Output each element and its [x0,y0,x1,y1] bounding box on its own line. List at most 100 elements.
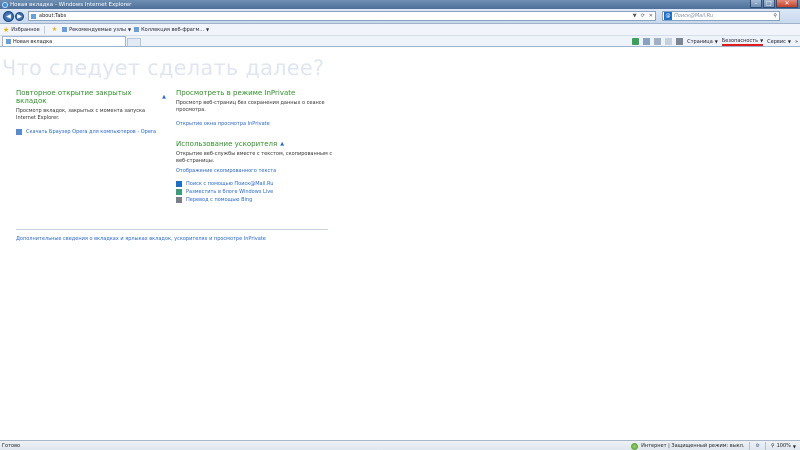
page-menu[interactable]: Страница ▼ [687,39,718,45]
tab-row: Новая вкладка Страница ▼ Безопасность ▼ … [0,36,800,47]
search-box[interactable]: @ Поиск@Mail.Ru ⚲ [662,11,780,21]
accelerator-blog-text[interactable]: Разместить в блоге Windows Live [186,188,273,196]
search-icon[interactable]: ⚲ [773,13,777,19]
zoom-icon: ⚲ [770,443,775,449]
add-favorite-icon: ★ [51,26,58,33]
accelerators-title: Использование ускорителя ▲ [176,140,341,148]
tab-page-icon [6,39,11,44]
inprivate-link-text[interactable]: Открытие окна просмотра InPrivate [176,120,270,128]
favorites-bar: ★ Избранное ★ Рекомендуемые узлы ▼ Колле… [0,24,800,36]
tab-label: Новая вкладка [13,38,53,45]
show-copied-link[interactable]: Отображение скопированного текста [176,167,341,175]
tab-new-tab[interactable]: Новая вкладка [2,36,126,46]
address-bar[interactable]: about:Tabs ▼ ⟳ ✕ [28,11,656,21]
reopen-section: Повторное открытие закрытых вкладок ▲ Пр… [16,89,166,136]
safety-menu-label: Безопасность [721,37,759,44]
search-placeholder[interactable]: Поиск@Mail.Ru [674,13,713,19]
feeds-icon[interactable] [654,38,662,45]
refresh-icon[interactable]: ⟳ [641,13,645,19]
home-icon[interactable] [643,38,651,45]
web-slices-label: Коллекция веб-фрагм... [141,26,205,33]
suggested-sites-button[interactable]: Рекомендуемые узлы ▼ [62,27,131,33]
reopen-title: Повторное открытие закрытых вкладок ▲ [16,89,166,105]
collapse-icon[interactable]: ▲ [162,94,166,100]
page-content: Что следует сделать далее? Повторное отк… [0,48,800,440]
separator [764,442,766,450]
tools-menu[interactable]: Сервис ▼ [767,39,791,45]
accelerators-desc: Открытие веб-службы вместе с текстом, ск… [176,151,333,164]
ie-logo-icon [2,1,8,8]
inprivate-section: Просмотреть в режиме InPrivate Просмотр … [176,89,336,128]
window-controls: – □ ✕ [749,0,798,8]
chevron-right-icon[interactable]: » [795,39,798,45]
favorites-label: Избранное [11,26,40,33]
star-icon: ★ [3,25,10,34]
opera-link-text[interactable]: Скачать Браузер Opera для компьютеров - … [26,128,156,136]
bing-translate-icon [176,197,182,203]
window-title: Новая вкладка - Windows Internet Explore… [10,1,132,8]
opera-link[interactable]: Скачать Браузер Opera для компьютеров - … [16,128,166,136]
add-favorite-button[interactable]: ★ [52,26,59,33]
accelerator-search[interactable]: Поиск с помощью Поиск@Mail.Ru [176,180,341,188]
accelerator-search-text[interactable]: Поиск с помощью Поиск@Mail.Ru [186,180,273,188]
mailru-logo-icon: @ [664,12,672,20]
chevron-down-icon: ▼ [787,39,791,44]
status-right: Интернет | Защищенный режим: выкл. ⚙ ⚲ 1… [631,442,796,450]
page-icon [31,13,36,19]
favorites-button[interactable]: ★ Избранное [3,26,40,34]
separator [749,442,751,450]
web-slices-button[interactable]: Коллекция веб-фрагм... ▼ [134,27,209,33]
reopen-desc: Просмотр вкладок, закрытых с момента зап… [16,108,146,121]
title-bar: Новая вкладка - Windows Internet Explore… [0,0,800,9]
globe-icon [631,442,639,450]
tools-extra-icon[interactable] [632,38,640,45]
mail-icon[interactable] [665,38,673,45]
protected-mode-icon[interactable]: ⚙ [755,443,759,449]
close-button[interactable]: ✕ [776,0,798,8]
accelerators-section: Использование ускорителя ▲ Открытие веб-… [176,140,341,204]
suggested-sites-label: Рекомендуемые узлы [69,26,127,33]
separator [43,25,45,34]
zoom-control[interactable]: ⚲ 100% ▼ [771,443,796,449]
maximize-button[interactable]: □ [763,0,775,8]
new-tab-button[interactable] [127,38,141,46]
dropdown-icon[interactable]: ▼ [633,13,637,19]
tools-menu-label: Сервис [767,38,786,45]
inprivate-title: Просмотреть в режиме InPrivate [176,89,336,97]
mailru-icon [176,181,182,187]
address-url[interactable]: about:Tabs [39,13,66,19]
more-info-text[interactable]: Дополнительные сведения о вкладках и ярл… [16,235,266,243]
address-row: ◀ ▶ about:Tabs ▼ ⟳ ✕ @ Поиск@Mail.Ru ⚲ [0,9,800,24]
back-button[interactable]: ◀ [3,10,14,22]
accelerator-translate[interactable]: Перевод с помощью Bing [176,196,341,204]
accelerators-title-text: Использование ускорителя [176,140,278,148]
inprivate-link[interactable]: Открытие окна просмотра InPrivate [176,120,336,128]
zone-text: Интернет | Защищенный режим: выкл. [641,443,745,449]
windows-live-icon [176,189,182,195]
reopen-title-text: Повторное открытие закрытых вкладок [16,89,132,105]
chevron-down-icon: ▼ [128,27,132,32]
more-info-link[interactable]: Дополнительные сведения о вкладках и ярл… [16,235,266,243]
chevron-down-icon: ▼ [760,38,764,43]
chevron-down-icon: ▼ [206,27,210,32]
command-bar: Страница ▼ Безопасность ▼ Сервис ▼ » [632,36,798,47]
suggested-sites-icon [62,27,68,32]
show-copied-text[interactable]: Отображение скопированного текста [176,167,276,175]
security-zone[interactable]: Интернет | Защищенный режим: выкл. [631,442,745,450]
safety-menu[interactable]: Безопасность ▼ [721,37,764,46]
status-text: Готово [2,442,21,449]
page-link-icon [16,129,22,135]
forward-button[interactable]: ▶ [15,11,24,21]
page-menu-label: Страница [687,38,713,45]
chevron-down-icon: ▼ [792,443,796,449]
minimize-button[interactable]: – [750,0,762,8]
chevron-down-icon: ▼ [714,39,718,44]
stop-icon[interactable]: ✕ [649,13,653,19]
inprivate-title-text: Просмотреть в режиме InPrivate [176,89,296,97]
accelerator-translate-text[interactable]: Перевод с помощью Bing [186,196,252,204]
accelerator-blog[interactable]: Разместить в блоге Windows Live [176,188,341,196]
web-slices-icon [134,27,140,32]
print-icon[interactable] [676,38,684,45]
collapse-icon[interactable]: ▲ [280,141,284,147]
content-divider [16,229,328,230]
